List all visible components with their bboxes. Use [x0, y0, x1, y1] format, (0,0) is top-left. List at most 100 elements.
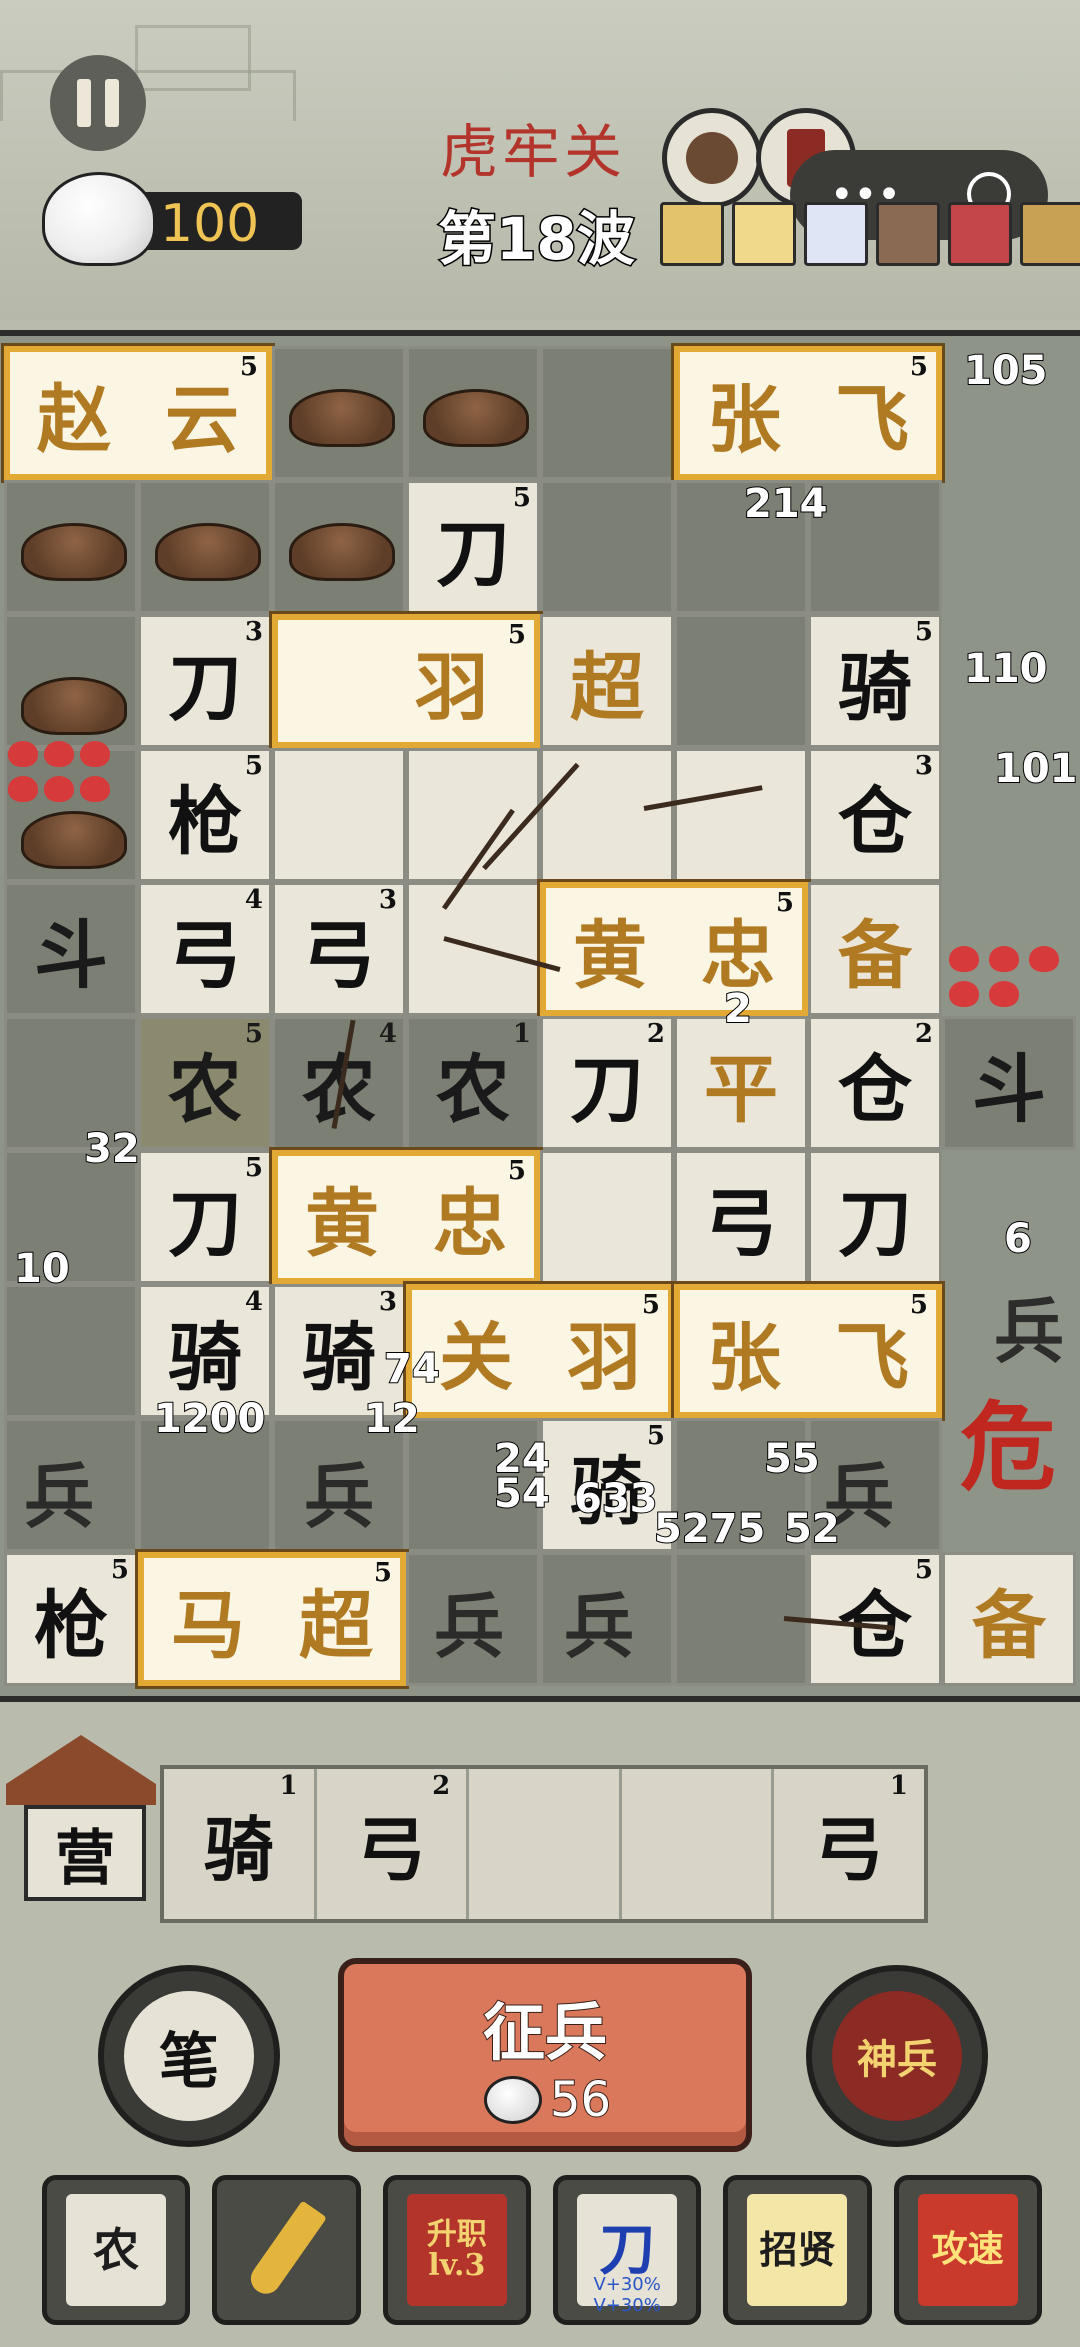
grid-cell[interactable]: [674, 614, 808, 748]
damage-number: 6: [1003, 1215, 1033, 1263]
damage-number: 32: [83, 1125, 141, 1173]
orb-icon: [948, 202, 1012, 266]
pause-button[interactable]: [50, 55, 146, 151]
farm-card[interactable]: 农1: [406, 1016, 540, 1150]
item-slot-pot[interactable]: [662, 108, 762, 208]
grid-cell[interactable]: [808, 480, 942, 614]
grid-cell[interactable]: [272, 480, 406, 614]
damage-number: 55: [763, 1435, 821, 1483]
rock-icon: [155, 523, 261, 581]
skill-bar: 农 升职 lv.3 刀 V+30% V+30% 招贤 攻速: [42, 2175, 1042, 2325]
camp-slot[interactable]: [469, 1769, 622, 1919]
hero-card-zhao-yun[interactable]: 赵 云 5: [1, 343, 275, 483]
grid-cell[interactable]: [272, 346, 406, 480]
rock-icon: [289, 523, 395, 581]
grid-cell[interactable]: [4, 1284, 138, 1418]
heart-icon: [1029, 946, 1059, 972]
camp-slot[interactable]: 弓2: [317, 1769, 470, 1919]
buff-bar: [660, 202, 1080, 266]
unit-card[interactable]: 刀5: [406, 480, 540, 614]
enemy-soldier: 兵: [434, 1585, 504, 1668]
unit-card[interactable]: 仓2: [808, 1016, 942, 1150]
hero-card-huang-zhong[interactable]: 黄 忠 5: [537, 879, 811, 1019]
grid-cell[interactable]: [406, 346, 540, 480]
grid-cell[interactable]: [540, 748, 674, 882]
hero-card-guan-yu-2[interactable]: 关 羽 5: [403, 1281, 677, 1421]
damage-number: 10: [13, 1245, 71, 1293]
unit-grid: 赵 云 5 张 飞 5 刀5 刀3 羽 5 超 骑 5 枪 5 仓 3 斗 弓 …: [1, 343, 1080, 1689]
unit-card[interactable]: 弓: [674, 1150, 808, 1284]
grid-cell[interactable]: 斗: [4, 882, 138, 1016]
blade-blue-icon: [804, 202, 868, 266]
unit-card[interactable]: 备: [942, 1552, 1076, 1686]
hero-card-huang-zhong-2[interactable]: 黄 忠 5: [269, 1147, 543, 1287]
hero-card-ma-chao[interactable]: 马 超 5: [135, 1549, 409, 1689]
steamed-bun-icon: [484, 2076, 542, 2124]
camp-slot[interactable]: 骑1: [164, 1769, 317, 1919]
unit-card[interactable]: 刀: [808, 1150, 942, 1284]
grid-cell[interactable]: [4, 614, 138, 748]
skill-farm-button[interactable]: 农: [42, 2175, 191, 2325]
unit-card[interactable]: 刀5: [138, 1150, 272, 1284]
skill-blade-button[interactable]: 刀 V+30% V+30%: [552, 2175, 702, 2325]
top-bar: 100 虎牢关 第18波 •••: [0, 0, 1080, 320]
enemy-soldier: 兵: [994, 1290, 1064, 1373]
grid-cell[interactable]: [540, 1150, 674, 1284]
hero-card-zhang-fei[interactable]: 张 飞 5: [671, 343, 945, 483]
unit-card[interactable]: 刀3: [138, 614, 272, 748]
recruit-label: 征兵: [482, 1995, 608, 2070]
skill-shovel-button[interactable]: [212, 2175, 361, 2325]
pause-icon: [77, 79, 91, 127]
camp-slot[interactable]: [622, 1769, 775, 1919]
heart-icon: [44, 741, 74, 767]
rock-icon: [21, 677, 127, 735]
unit-card[interactable]: 超: [540, 614, 674, 748]
skill-attack-speed-button[interactable]: 攻速: [893, 2175, 1042, 2325]
grid-cell[interactable]: [4, 480, 138, 614]
damage-number: 214: [743, 480, 828, 528]
divine-weapon-button[interactable]: 神兵: [806, 1965, 988, 2147]
currency-display: 100: [42, 172, 302, 266]
brush-label: 笔: [124, 1991, 254, 2121]
grid-cell[interactable]: [138, 480, 272, 614]
roof-icon: [6, 1735, 156, 1805]
damage-number: 12: [363, 1395, 421, 1443]
damage-number: 633: [573, 1475, 658, 1523]
heart-icon: [8, 776, 38, 802]
heart-icon: [80, 741, 110, 767]
camp-slot[interactable]: 弓1: [774, 1769, 924, 1919]
farm-card[interactable]: 农5: [138, 1016, 272, 1150]
recruit-button[interactable]: 征兵 56: [338, 1958, 752, 2152]
unit-card[interactable]: 备: [808, 882, 942, 1016]
heart-icon: [989, 981, 1019, 1007]
skill-promote-button[interactable]: 升职 lv.3: [382, 2175, 531, 2325]
shovel-icon: [245, 2200, 328, 2300]
unit-card[interactable]: 弓3: [272, 882, 406, 1016]
hero-card-zhang-fei-2[interactable]: 张 飞 5: [671, 1281, 945, 1421]
unit-card[interactable]: 骑5: [808, 614, 942, 748]
rock-icon: [423, 389, 529, 447]
unit-card[interactable]: 仓3: [808, 748, 942, 882]
wave-counter: 第18波: [437, 204, 637, 275]
recruit-cost: 56: [484, 2071, 612, 2129]
brush-button[interactable]: 笔: [98, 1965, 280, 2147]
grid-cell[interactable]: [674, 748, 808, 882]
grid-cell[interactable]: 斗: [942, 1016, 1076, 1150]
currency-value: 100: [160, 194, 260, 254]
unit-card[interactable]: 枪5: [4, 1552, 138, 1686]
skill-recruit-talent-button[interactable]: 招贤: [723, 2175, 872, 2325]
unit-card[interactable]: 弓4: [138, 882, 272, 1016]
grid-cell[interactable]: [540, 480, 674, 614]
grid-cell[interactable]: [4, 748, 138, 882]
danger-warning: 危: [960, 1391, 1056, 1504]
hero-card-guan-yu[interactable]: 羽 5: [269, 611, 543, 751]
unit-card[interactable]: 刀2: [540, 1016, 674, 1150]
grid-cell[interactable]: [272, 748, 406, 882]
damage-number: 5275: [653, 1505, 766, 1553]
camp-building[interactable]: 营: [6, 1735, 156, 1901]
damage-number: 54: [493, 1470, 551, 1518]
unit-card[interactable]: 枪5: [138, 748, 272, 882]
grid-cell[interactable]: [540, 346, 674, 480]
unit-card[interactable]: 平: [674, 1016, 808, 1150]
heart-icon: [989, 946, 1019, 972]
